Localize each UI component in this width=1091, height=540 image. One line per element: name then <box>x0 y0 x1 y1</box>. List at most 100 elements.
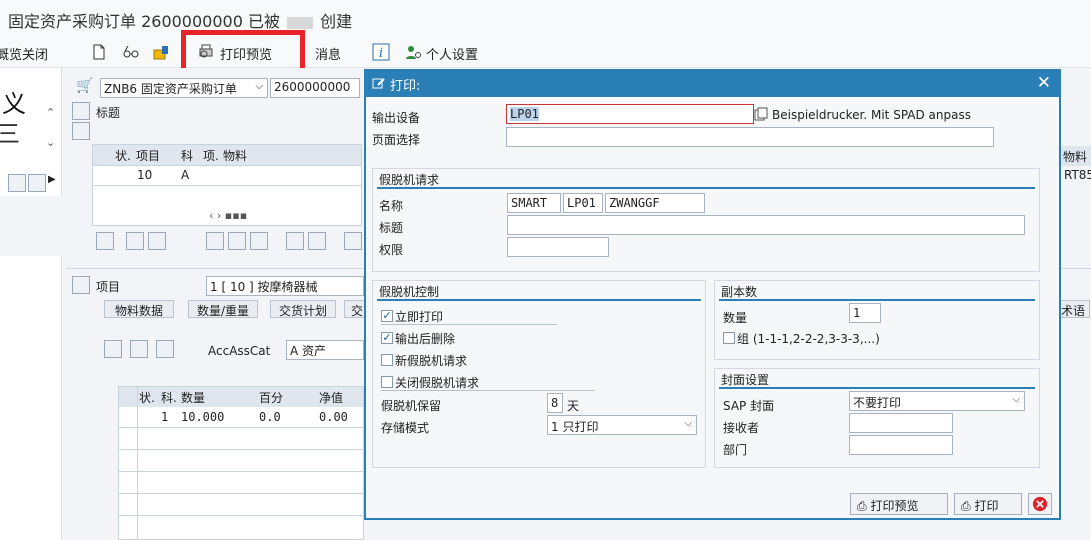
doc-type-select[interactable]: ZNB6 固定资产采购订单 ⌵ <box>100 78 268 98</box>
items-expand-icon[interactable] <box>72 122 90 140</box>
cover-settings-group: 封面设置 SAP 封面 不要打印 ⌵ 接收者 部门 <box>714 368 1040 468</box>
dialog-header: 打印: ✕ <box>366 71 1059 97</box>
spool-title-field[interactable] <box>507 215 1025 235</box>
output-device-field[interactable]: LP01 <box>506 104 754 124</box>
sort-icon[interactable] <box>344 232 362 250</box>
department-label: 部门 <box>723 443 748 457</box>
item-select[interactable]: 1 [ 10 ] 按摩椅器械 <box>206 276 364 296</box>
new-document-icon[interactable] <box>90 43 108 61</box>
print-now-checkbox[interactable]: ✓ <box>381 310 393 322</box>
tree-expand-icon[interactable] <box>8 174 26 192</box>
department-field[interactable] <box>849 435 953 455</box>
glasses-icon[interactable] <box>122 43 140 61</box>
sap-cover-select[interactable]: 不要打印 ⌵ <box>849 391 1025 411</box>
scroll-up-icon[interactable]: ⌃ <box>46 106 55 119</box>
lock-folder-icon[interactable] <box>152 43 170 61</box>
close-spool-checkbox[interactable] <box>381 376 393 388</box>
recipient-field[interactable] <box>849 413 953 433</box>
spool-control-group: 假脱机控制 ✓ 立即打印 ✓ 输出后删除 新假脱机请求 关闭假脱机请求 假脱机保… <box>372 280 706 468</box>
personal-settings-button[interactable]: 个人设置 <box>426 44 478 63</box>
account-icon[interactable] <box>104 340 122 358</box>
retention-unit: 天 <box>567 399 580 413</box>
item-tabs: 物料数据 数量/重量 交货计划 交 <box>104 300 371 318</box>
dialog-title: 打印: <box>390 79 421 94</box>
refresh-icon[interactable] <box>28 174 46 192</box>
close-icon[interactable]: ✕ <box>1037 73 1051 93</box>
copy-row-icon[interactable] <box>148 232 166 250</box>
chevron-down-icon: ⌵ <box>1012 394 1020 405</box>
paste-icon[interactable] <box>308 232 326 250</box>
name-field-3[interactable]: ZWANGGF <box>605 193 705 213</box>
cart-icon[interactable]: 🛒 <box>76 78 93 94</box>
pencil-icon[interactable] <box>130 340 148 358</box>
copies-group: 副本数 数量 1 组 (1-1-1,2-2-2,3-3-3,...) <box>714 280 1040 360</box>
header-label: 标题 <box>96 106 121 120</box>
print-preview-dialog-button[interactable]: ⎙ 打印预览 <box>850 493 948 515</box>
close-spool-label: 关闭假脱机请求 <box>395 376 480 390</box>
items-table-header: 状. 项目 科 项. 物料 <box>93 145 361 165</box>
printer-icon: ⎙ <box>961 499 971 513</box>
spool-request-title: 假脱机请求 <box>379 173 440 187</box>
copies-count-field[interactable]: 1 <box>849 303 881 323</box>
right-column-value: RT85 <box>1064 168 1091 182</box>
print-now-label: 立即打印 <box>395 310 444 324</box>
person-settings-icon[interactable] <box>404 43 422 61</box>
spool-title-label: 标题 <box>379 221 404 235</box>
title-prefix: 固定资产采购订单 2600000000 已被 <box>8 12 280 31</box>
chevron-down-icon: ⌵ <box>255 81 263 92</box>
stamp-icon[interactable] <box>156 340 174 358</box>
account-table-header: 状. 科. 数量 百分 净值 <box>119 387 363 407</box>
print-dialog: 打印: ✕ 输出设备 LP01 Beispieldrucker. Mit SPA… <box>364 69 1061 520</box>
account-table: 状. 科. 数量 百分 净值 1 10.000 0.0 0.00 <box>118 386 364 540</box>
left-panel-blank <box>0 196 62 256</box>
unlock-icon[interactable] <box>250 232 268 250</box>
cancel-icon <box>1032 496 1048 512</box>
horizontal-scroll-icon[interactable]: ‹ › ▪▪▪ <box>209 209 247 222</box>
add-row-icon[interactable] <box>126 232 144 250</box>
new-spool-checkbox[interactable] <box>381 354 393 366</box>
delete-after-label: 输出后删除 <box>395 332 456 346</box>
name-field-1[interactable]: SMART <box>507 193 561 213</box>
details-icon[interactable] <box>96 232 114 250</box>
chevron-down-icon: ⌵ <box>684 418 692 429</box>
table-row[interactable]: 1 10.000 0.0 0.00 <box>119 407 363 427</box>
info-icon[interactable]: i <box>372 43 390 61</box>
storage-mode-select[interactable]: 1 只打印 ⌵ <box>547 415 697 435</box>
storage-mode-label: 存储模式 <box>381 421 430 435</box>
delete-after-checkbox[interactable]: ✓ <box>381 332 393 344</box>
accasscat-field[interactable]: A 资产 <box>286 340 364 360</box>
search-help-icon[interactable] <box>754 107 768 121</box>
header-expand-icon[interactable] <box>72 102 90 120</box>
cancel-button[interactable] <box>1028 493 1052 515</box>
table-row[interactable]: 10 A <box>93 165 361 185</box>
messages-button[interactable]: 消息 <box>315 44 341 63</box>
page-selection-label: 页面选择 <box>372 133 421 147</box>
print-button[interactable]: ⎙ 打印 <box>954 493 1022 515</box>
play-icon[interactable]: ▶ <box>48 174 56 185</box>
name-field-2[interactable]: LP01 <box>563 193 603 213</box>
scroll-down-icon[interactable]: ⌄ <box>46 136 55 149</box>
copy-icon[interactable] <box>286 232 304 250</box>
overview-close-button[interactable]: 概览关闭 <box>0 44 48 63</box>
group-checkbox[interactable] <box>723 332 735 344</box>
tab-material-data[interactable]: 物料数据 <box>104 300 175 318</box>
tab-terms[interactable]: 术语 <box>1056 300 1091 318</box>
doc-number-field[interactable]: 2600000000 <box>270 78 360 98</box>
recipient-label: 接收者 <box>723 421 760 435</box>
item-detail-expand-icon[interactable] <box>72 276 90 294</box>
cover-settings-title: 封面设置 <box>721 373 770 387</box>
retention-field[interactable]: 8 <box>547 393 563 413</box>
authorization-field[interactable] <box>507 237 609 257</box>
tab-quantity-weight[interactable]: 数量/重量 <box>188 300 259 318</box>
redacted-user <box>287 16 314 29</box>
delete-icon[interactable] <box>206 232 224 250</box>
copies-title: 副本数 <box>721 285 758 299</box>
retention-label: 假脱机保留 <box>381 399 442 413</box>
page-selection-field[interactable] <box>506 127 994 147</box>
item-label: 项目 <box>96 280 121 294</box>
items-toolbar <box>96 232 366 254</box>
left-panel: 义 三 ⌃ ⌄ ▶ <box>0 68 62 540</box>
tab-delivery-schedule[interactable]: 交货计划 <box>270 300 337 318</box>
lock-icon[interactable] <box>228 232 246 250</box>
right-column-header: 物料 <box>1060 146 1091 166</box>
